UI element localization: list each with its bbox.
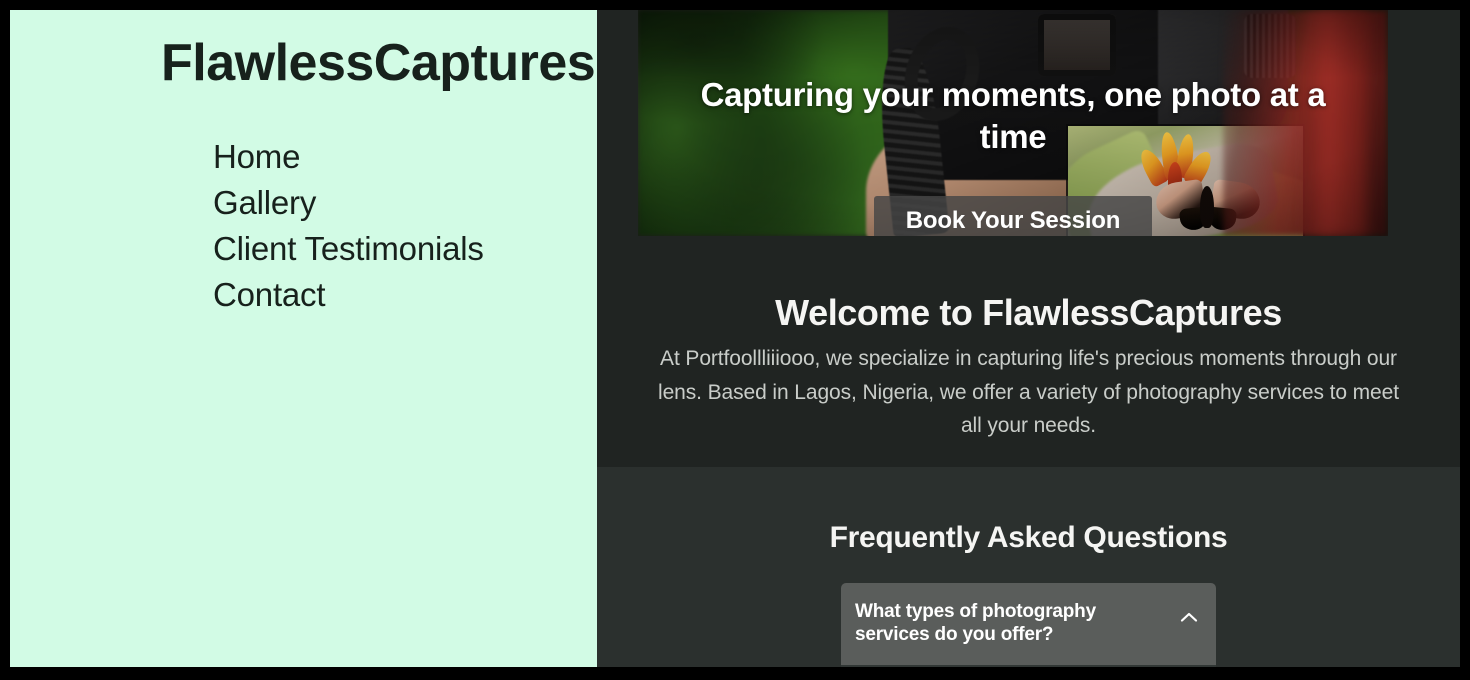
hero-overlay: Capturing your moments, one photo at a t…: [638, 10, 1388, 236]
sidebar-item-gallery[interactable]: Gallery: [213, 180, 484, 226]
faq-question-text: What types of photography services do yo…: [855, 601, 1096, 646]
faq-answer-panel: [841, 665, 1216, 667]
welcome-section: Welcome to FlawlessCaptures At Portfooll…: [597, 236, 1460, 467]
sidebar-item-home[interactable]: Home: [213, 134, 484, 180]
sidebar-nav: Home Gallery Client Testimonials Contact: [213, 134, 484, 318]
welcome-heading: Welcome to FlawlessCaptures: [775, 292, 1282, 333]
chevron-up-icon[interactable]: [1180, 610, 1198, 622]
faq-list: What types of photography services do yo…: [841, 583, 1216, 667]
sidebar-item-client-testimonials[interactable]: Client Testimonials: [213, 226, 484, 272]
brand-title: FlawlessCaptures: [161, 34, 596, 92]
book-your-session-button[interactable]: Book Your Session: [873, 196, 1153, 236]
faq-item: What types of photography services do yo…: [841, 583, 1216, 667]
sidebar: FlawlessCaptures Home Gallery Client Tes…: [10, 10, 597, 667]
faq-heading: Frequently Asked Questions: [829, 521, 1228, 554]
page-root: FlawlessCaptures Home Gallery Client Tes…: [10, 10, 1460, 667]
welcome-paragraph: At Portfoollliiiooo, we specialize in ca…: [658, 347, 1399, 438]
faq-section: Frequently Asked Questions What types of…: [597, 467, 1460, 667]
main-content: Capturing your moments, one photo at a t…: [597, 10, 1460, 667]
faq-question-toggle[interactable]: What types of photography services do yo…: [841, 583, 1216, 666]
sidebar-item-contact[interactable]: Contact: [213, 272, 484, 318]
hero-heading: Capturing your moments, one photo at a t…: [700, 76, 1326, 156]
hero-image: Capturing your moments, one photo at a t…: [638, 10, 1388, 236]
